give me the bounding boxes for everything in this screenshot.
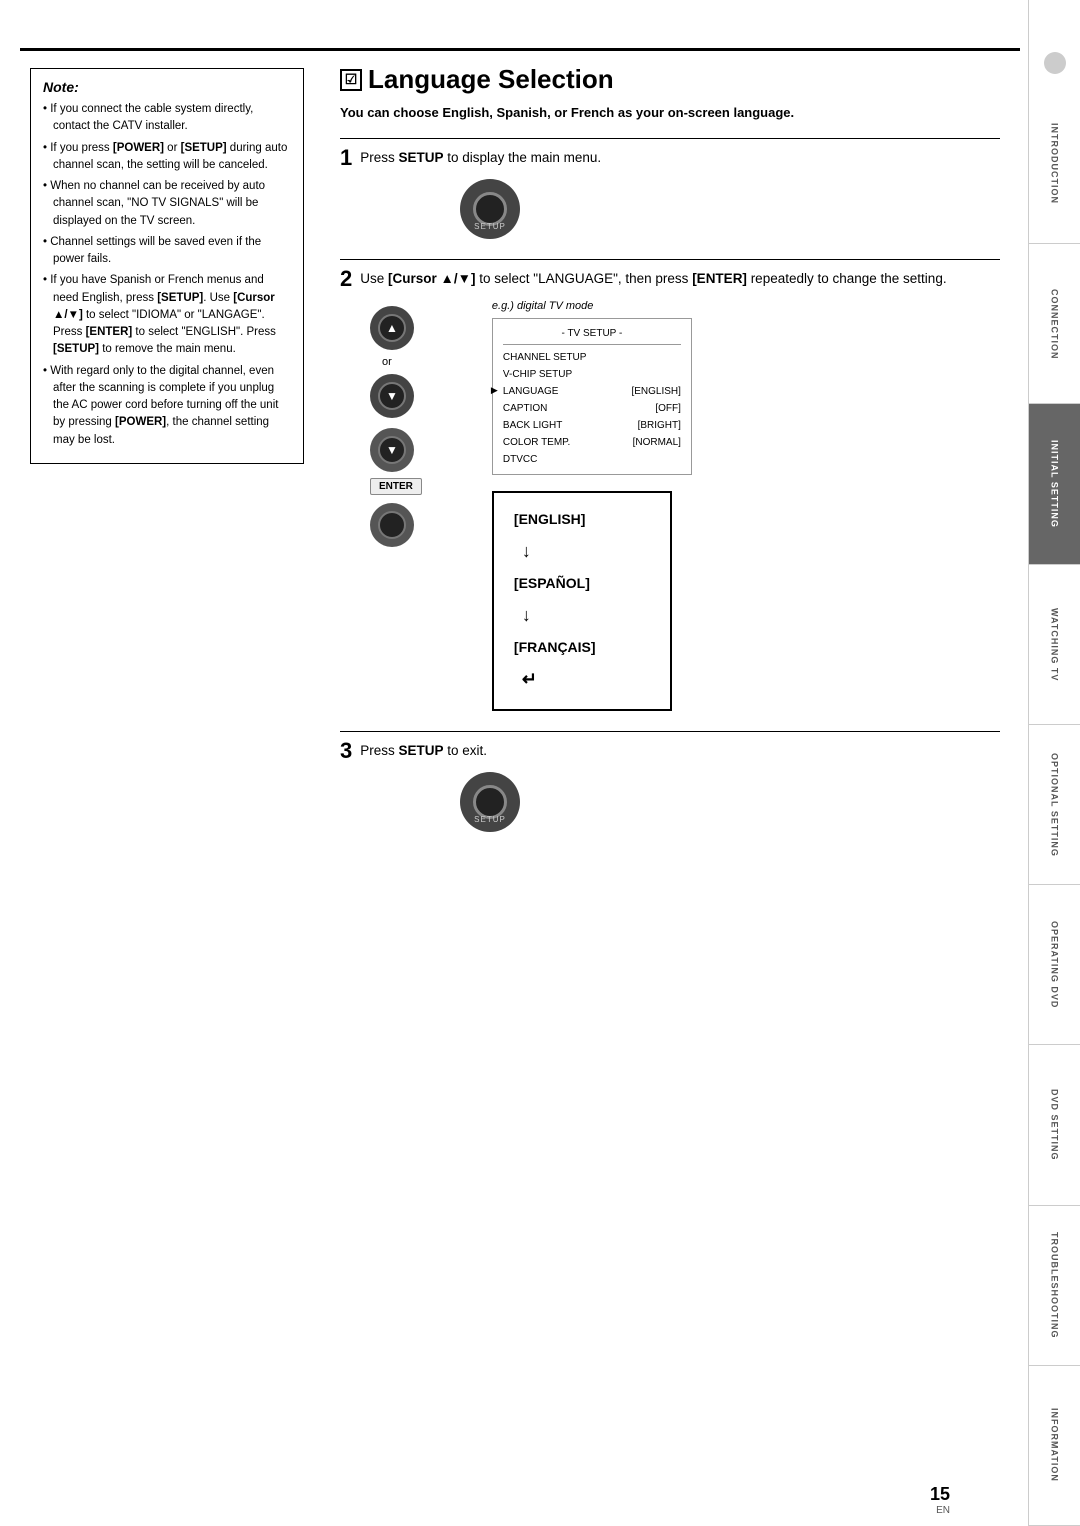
divider-2: [340, 259, 1000, 260]
lang-espanol: [ESPAÑOL]: [514, 575, 590, 591]
step-3-text: Press SETUP to exit.: [360, 742, 487, 761]
sidebar-section-connection: CONNECTION: [1029, 244, 1080, 404]
cursor-up-inner: ▲: [378, 314, 406, 342]
note-item-6: With regard only to the digital channel,…: [43, 363, 291, 449]
eg-label: e.g.) digital TV mode: [492, 300, 1000, 312]
tv-menu-row-backlight: BACK LIGHT[BRIGHT]: [503, 417, 681, 434]
cursor-down-inner: ▼: [378, 382, 406, 410]
page-title: ☑ Language Selection: [340, 64, 1000, 95]
lang-arrow-2: ↓: [522, 597, 650, 633]
step-3-header: 3 Press SETUP to exit.: [340, 742, 1000, 762]
divider-3: [340, 731, 1000, 732]
step-1-number: 1: [340, 147, 352, 169]
note-content: If you connect the cable system directly…: [43, 101, 291, 449]
page-title-text: Language Selection: [368, 64, 614, 95]
tv-menu-box: - TV SETUP - CHANNEL SETUP V-CHIP SETUP …: [492, 318, 692, 475]
note-box: Note: If you connect the cable system di…: [30, 68, 304, 464]
tv-menu-row-colortemp: COLOR TEMP.[NORMAL]: [503, 434, 681, 451]
step-2-content: ▲ or ▼ ▼ ENTER: [370, 300, 1000, 711]
note-item-4: Channel settings will be saved even if t…: [43, 234, 291, 269]
tv-menu-title: - TV SETUP -: [503, 325, 681, 345]
sidebar-sections: INTRODUCTION CONNECTION INITIAL SETTING …: [1029, 84, 1080, 1526]
lang-arrow-1: ↓: [522, 533, 650, 569]
cursor-down-inner2: ▼: [378, 436, 406, 464]
lang-francais: [FRANÇAIS]: [514, 639, 596, 655]
step-3-number: 3: [340, 740, 352, 762]
tv-menu-row-1: CHANNEL SETUP: [503, 349, 681, 366]
note-item-5: If you have Spanish or French menus and …: [43, 272, 291, 358]
note-item-1: If you connect the cable system directly…: [43, 101, 291, 136]
left-panel: Note: If you connect the cable system di…: [20, 48, 320, 1526]
checkbox-icon: ☑: [340, 69, 362, 91]
main-content: Note: If you connect the cable system di…: [20, 48, 1020, 1526]
setup-button-icon-3: SETUP: [460, 772, 520, 832]
sidebar-section-introduction: INTRODUCTION: [1029, 84, 1080, 244]
tv-menu-area: e.g.) digital TV mode - TV SETUP - CHANN…: [452, 300, 1000, 711]
page-number-area: 15 EN: [930, 1484, 950, 1516]
lang-english: [ENGLISH]: [514, 511, 586, 527]
step-2-number: 2: [340, 268, 352, 290]
page-number: 15: [930, 1484, 950, 1505]
note-item-2: If you press [POWER] or [SETUP] during a…: [43, 140, 291, 175]
sidebar-section-operating-dvd: OPERATING DVD: [1029, 885, 1080, 1045]
step-1: 1 Press SETUP to display the main menu. …: [340, 149, 1000, 239]
cursor-down-btn2: ▼: [370, 428, 414, 472]
enter-label: ENTER: [370, 478, 422, 495]
step-1-header: 1 Press SETUP to display the main menu.: [340, 149, 1000, 169]
or-label: or: [382, 356, 392, 368]
step-1-text: Press SETUP to display the main menu.: [360, 149, 601, 168]
setup-button-label-3: SETUP: [474, 815, 506, 824]
cursor-controls: ▲ or ▼ ▼ ENTER: [370, 306, 422, 711]
step-2-header: 2 Use [Cursor ▲/▼] to select "LANGUAGE",…: [340, 270, 1000, 290]
cursor-up-btn: ▲: [370, 306, 414, 350]
note-title: Note:: [43, 79, 291, 95]
language-selection-box: [ENGLISH] ↓ [ESPAÑOL] ↓ [FRANÇAIS] ↵: [492, 491, 672, 711]
setup-button-inner-1: [473, 192, 507, 226]
sidebar-section-initial-setting: INITIAL SETTING: [1029, 404, 1080, 564]
right-sidebar: INTRODUCTION CONNECTION INITIAL SETTING …: [1028, 0, 1080, 1526]
sidebar-section-troubleshooting: TROUBLESHOOTING: [1029, 1206, 1080, 1366]
setup-button-icon-1: SETUP: [460, 179, 520, 239]
sidebar-section-watching-tv: WATCHING TV: [1029, 565, 1080, 725]
sidebar-section-optional-setting: OPTIONAL SETTING: [1029, 725, 1080, 885]
enter-btn-inner: [378, 511, 406, 539]
sidebar-circle: [1044, 52, 1066, 74]
step-3: 3 Press SETUP to exit. SETUP: [340, 742, 1000, 832]
lang-arrow-3: ↵: [522, 661, 650, 697]
page-lang: EN: [930, 1505, 950, 1516]
setup-button-label-1: SETUP: [474, 222, 506, 231]
page-subtitle: You can choose English, Spanish, or Fren…: [340, 105, 1000, 120]
enter-btn: [370, 503, 414, 547]
setup-button-inner-3: [473, 785, 507, 819]
note-item-3: When no channel can be received by auto …: [43, 178, 291, 230]
tv-menu-row-dtvcc: DTVCC: [503, 451, 681, 468]
sidebar-section-dvd-setting: DVD SETTING: [1029, 1045, 1080, 1205]
tv-menu-row-caption: CAPTION[OFF]: [503, 400, 681, 417]
right-panel: ☑ Language Selection You can choose Engl…: [320, 48, 1020, 1526]
step-2: 2 Use [Cursor ▲/▼] to select "LANGUAGE",…: [340, 270, 1000, 711]
sidebar-section-information: INFORMATION: [1029, 1366, 1080, 1526]
cursor-down-btn: ▼: [370, 374, 414, 418]
tv-menu-row-language: LANGUAGE[ENGLISH]: [503, 383, 681, 400]
divider-1: [340, 138, 1000, 139]
tv-menu-row-2: V-CHIP SETUP: [503, 366, 681, 383]
step-2-text: Use [Cursor ▲/▼] to select "LANGUAGE", t…: [360, 270, 946, 289]
